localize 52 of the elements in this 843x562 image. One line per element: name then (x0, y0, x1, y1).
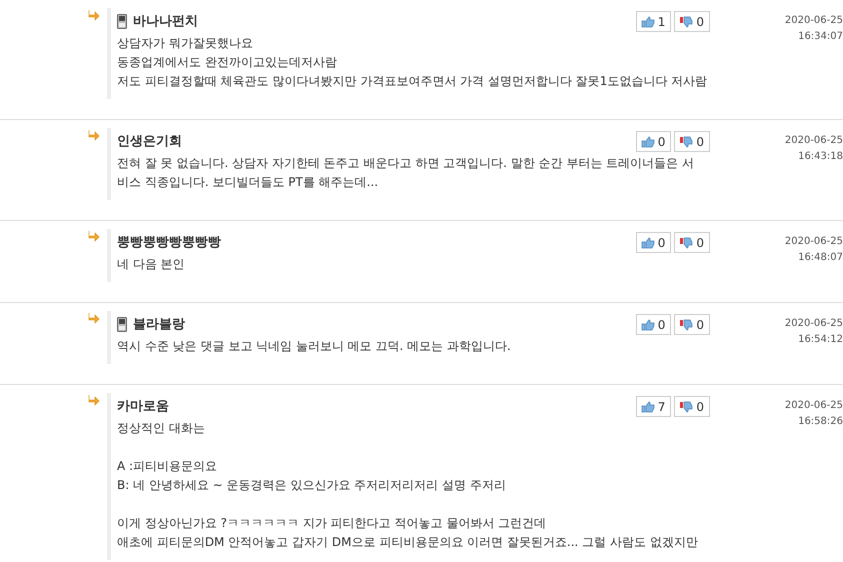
dislike-button[interactable]: 0 (674, 396, 710, 417)
comment-time: 16:48:07 (798, 251, 843, 265)
comment-date: 2020-06-25 (784, 399, 843, 413)
thumbs-up-icon (640, 318, 655, 330)
dislike-button[interactable]: 0 (674, 314, 710, 335)
like-button[interactable]: 1 (636, 11, 672, 32)
thumbs-down-icon (679, 16, 694, 28)
comment-date: 2020-06-25 (784, 317, 843, 331)
comment-text: 애초에 피티문의DM 안적어놓고 갑자기 DM으로 피티비용문의요 이러면 잘못된거죠... 그럴 사람도 없겠지만 (117, 534, 698, 551)
comment-time: 16:43:18 (798, 150, 843, 164)
thumbs-down-icon (679, 236, 694, 248)
reply-arrow-icon (88, 395, 100, 406)
comment-text: 정상적인 대화는 (117, 420, 205, 437)
like-button[interactable]: 0 (636, 131, 672, 152)
reply-arrow-icon (88, 231, 100, 242)
author-name[interactable]: 바나나펀치 (133, 12, 198, 30)
reply-arrow-icon (88, 10, 100, 21)
comment-time: 16:54:12 (798, 333, 843, 347)
comment-text: 비스 직종입니다. 보디빌더들도 PT를 해주는데... (117, 174, 378, 191)
comment-text: 저도 피티결정할때 체육관도 많이다녀봤지만 가격표보여주면서 가격 설명먼저합니다 잘못1도없습니다 저사람 (117, 73, 708, 90)
author-name[interactable]: 블라블랑 (133, 315, 185, 333)
comment-time: 16:58:26 (798, 415, 843, 429)
comment-text: 역시 수준 낮은 댓글 보고 닉네임 눌러보니 메모 끄덕. 메모는 과학입니다. (117, 338, 511, 355)
thumbs-down-icon (679, 400, 694, 412)
like-button[interactable]: 0 (636, 232, 672, 253)
author-name[interactable]: 인생은기회 (117, 132, 182, 150)
author-name[interactable]: 뿡빵뿡빵빵뿡빵빵 (117, 233, 221, 251)
comment-text: 동종업계에서도 완전까이고있는데저사람 (117, 54, 337, 71)
comment-text: B: 네 안녕하세요 ~ 운동경력은 있으신가요 주저리저리저리 설명 주저리 (117, 477, 506, 494)
thumbs-down-icon (679, 136, 694, 148)
comment-date: 2020-06-25 (784, 14, 843, 28)
dislike-button[interactable]: 0 (674, 232, 710, 253)
thumbs-down-icon (679, 318, 694, 330)
comment-text: A :피티비용문의요 (117, 458, 218, 475)
author-name[interactable]: 카마로움 (117, 397, 169, 415)
dislike-button[interactable]: 0 (674, 131, 710, 152)
dislike-button[interactable]: 0 (674, 11, 710, 32)
reply-arrow-icon (88, 313, 100, 324)
reply-arrow-icon (88, 130, 100, 141)
thumbs-up-icon (640, 400, 655, 412)
thumbs-up-icon (640, 16, 655, 28)
comment-date: 2020-06-25 (784, 134, 843, 148)
thumbs-up-icon (640, 136, 655, 148)
comment-text: 전혀 잘 못 없습니다. 상담자 자기한테 돈주고 배운다고 하면 고객입니다. 말한 순간 부터는 트레이너들은 서 (117, 155, 694, 172)
comment-text: 이게 정상아닌가요 ?ㅋㅋㅋㅋㅋㅋ 지가 피티한다고 적어놓고 물어봐서 그런건데 (117, 515, 546, 532)
like-button[interactable]: 0 (636, 314, 672, 335)
comment-text: 상담자가 뭐가잘못했나요 (117, 35, 253, 52)
like-button[interactable]: 7 (636, 396, 672, 417)
comment-time: 16:34:07 (798, 30, 843, 44)
thumbs-up-icon (640, 236, 655, 248)
comment-date: 2020-06-25 (784, 235, 843, 249)
comment-text: 네 다음 본인 (117, 256, 185, 273)
